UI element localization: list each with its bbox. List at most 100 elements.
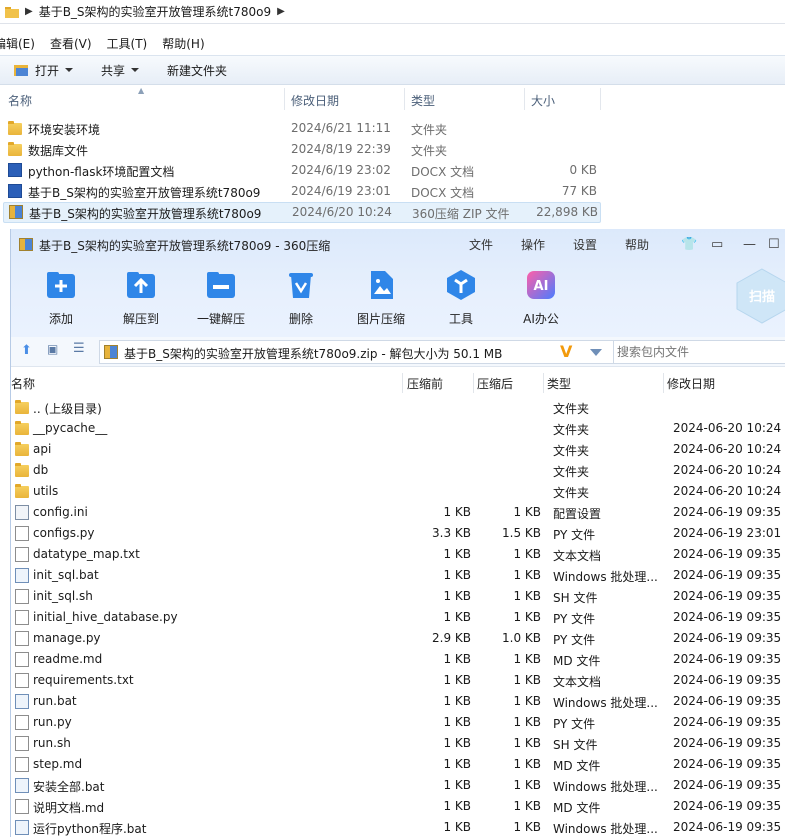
maximize-icon[interactable]: ☐ <box>768 237 780 252</box>
feedback-icon[interactable]: ▭ <box>711 237 723 252</box>
file-packed-size: 1 KB <box>443 715 471 729</box>
archive-row[interactable]: 说明文档.md 1 KB 1 KB MD 文件 2024-06-19 09:35 <box>11 796 785 817</box>
menu-view[interactable]: 查看(V) <box>50 35 92 52</box>
file-type: 文件夹 <box>411 123 448 137</box>
search-box[interactable] <box>613 340 785 364</box>
file-row-selected[interactable]: 基于B_S架构的实验室开放管理系统t780o9 2024/6/20 10:24 … <box>3 202 601 223</box>
share-button[interactable]: 共享 <box>101 62 140 79</box>
file-name: step.md <box>33 757 83 771</box>
menu-tools[interactable]: 工具(T) <box>107 35 148 52</box>
delete-button[interactable]: 删除 <box>271 269 331 327</box>
archive-row[interactable]: init_sql.sh 1 KB 1 KB SH 文件 2024-06-19 09:35 <box>11 586 785 607</box>
file-name: init_sql.bat <box>33 568 99 582</box>
file-name: utils <box>33 484 59 498</box>
skin-icon[interactable]: 👕 <box>681 237 697 252</box>
file-size: 22,898 KB <box>536 205 598 219</box>
column-divider[interactable] <box>402 373 403 393</box>
ai-office-button[interactable]: AI AI办公 <box>511 269 571 327</box>
column-packed[interactable]: 压缩前 <box>407 375 443 392</box>
archive-row[interactable]: run.bat 1 KB 1 KB Windows 批处理... 2024-06-19 … <box>11 691 785 712</box>
search-input[interactable] <box>617 342 785 362</box>
v-logo-icon[interactable]: V <box>560 342 572 361</box>
archive-row[interactable]: .. (上级目录) 文件夹 <box>11 397 785 418</box>
column-divider[interactable] <box>524 88 525 110</box>
column-divider[interactable] <box>600 88 601 110</box>
file-row[interactable]: 基于B_S架构的实验室开放管理系统t780o9 2024/6/19 23:01 … <box>0 181 785 202</box>
address-bar[interactable]: ▶ 基于B_S架构的实验室开放管理系统t780o9 ▶ <box>0 0 785 24</box>
column-name[interactable]: 名称 <box>11 375 35 392</box>
file-row[interactable]: 环境安装环境 2024/6/21 11:11 文件夹 <box>0 118 785 139</box>
column-modified[interactable]: 修改日期 <box>291 92 339 109</box>
file-modified: 2024-06-19 09:35 <box>673 715 782 729</box>
dropdown-arrow-icon[interactable] <box>590 349 602 356</box>
breadcrumb[interactable]: 基于B_S架构的实验室开放管理系统t780o9 <box>39 3 271 20</box>
menu-operation[interactable]: 操作 <box>521 236 545 253</box>
file-type: Windows 批处理... <box>553 822 658 836</box>
archive-row[interactable]: run.py 1 KB 1 KB PY 文件 2024-06-19 09:35 <box>11 712 785 733</box>
column-divider[interactable] <box>473 373 474 393</box>
file-type: 文件夹 <box>553 444 590 458</box>
file-type: 文本文档 <box>553 675 602 689</box>
column-size[interactable]: 大小 <box>531 92 555 109</box>
add-icon <box>47 272 75 298</box>
menu-help[interactable]: 帮助 <box>625 236 649 253</box>
new-folder-button[interactable]: 新建文件夹 <box>167 62 227 79</box>
image-compress-button[interactable]: 图片压缩 <box>351 269 411 327</box>
archive-row[interactable]: requirements.txt 1 KB 1 KB 文本文档 2024-06-19 0… <box>11 670 785 691</box>
list-view-icon[interactable]: ☰ <box>73 341 85 356</box>
archive-row[interactable]: init_sql.bat 1 KB 1 KB Windows 批处理... 2024-0… <box>11 565 785 586</box>
menu-settings[interactable]: 设置 <box>573 236 597 253</box>
archive-row[interactable]: utils 文件夹 2024-06-20 10:24 <box>11 481 785 502</box>
file-row[interactable]: python-flask环境配置文档 2024/6/19 23:02 DOCX … <box>0 160 785 181</box>
column-type[interactable]: 类型 <box>547 375 571 392</box>
archive-row[interactable]: configs.py 3.3 KB 1.5 KB PY 文件 2024-06-19 23… <box>11 523 785 544</box>
archive-row[interactable]: datatype_map.txt 1 KB 1 KB 文本文档 2024-06-19 0… <box>11 544 785 565</box>
path-field[interactable]: 基于B_S架构的实验室开放管理系统t780o9.zip - 解包大小为 50.1… <box>99 340 619 364</box>
column-name[interactable]: 名称 <box>8 92 32 109</box>
extract-to-button[interactable]: 解压到 <box>111 269 171 327</box>
extract-to-icon <box>127 272 155 298</box>
column-divider[interactable] <box>284 88 285 110</box>
column-divider[interactable] <box>404 88 405 110</box>
file-name: api <box>33 442 52 456</box>
window-title: 基于B_S架构的实验室开放管理系统t780o9 - 360压缩 <box>39 239 331 253</box>
file-modified: 2024-06-19 09:35 <box>673 736 782 750</box>
archive-row[interactable]: initial_hive_database.py 1 KB 1 KB PY 文件 202… <box>11 607 785 628</box>
column-divider[interactable] <box>663 373 664 393</box>
menu-help[interactable]: 帮助(H) <box>162 35 204 52</box>
file-modified: 2024-06-19 09:35 <box>673 610 782 624</box>
archive-row[interactable]: api 文件夹 2024-06-20 10:24 <box>11 439 785 460</box>
tools-button[interactable]: 工具 <box>431 269 491 327</box>
column-divider[interactable] <box>543 373 544 393</box>
archive-row[interactable]: __pycache__ 文件夹 2024-06-20 10:24 <box>11 418 785 439</box>
file-modified: 2024-06-19 09:35 <box>673 547 782 561</box>
file-type: 文本文档 <box>553 549 602 563</box>
thumbnail-view-icon[interactable]: ▣ <box>47 342 58 356</box>
word-doc-icon <box>8 184 22 198</box>
file-icon <box>15 589 29 604</box>
chevron-right-icon[interactable]: ▶ <box>25 6 33 17</box>
archive-row[interactable]: run.sh 1 KB 1 KB SH 文件 2024-06-19 09:35 <box>11 733 785 754</box>
archive-row[interactable]: 安装全部.bat 1 KB 1 KB Windows 批处理... 2024-06-19… <box>11 775 785 796</box>
add-button[interactable]: 添加 <box>31 269 91 327</box>
menu-file[interactable]: 文件 <box>469 236 493 253</box>
column-modified[interactable]: 修改日期 <box>667 375 715 392</box>
scan-button[interactable]: 扫描 <box>733 267 785 325</box>
file-type: PY 文件 <box>553 717 596 731</box>
archive-row[interactable]: config.ini 1 KB 1 KB 配置设置 2024-06-19 09:35 <box>11 502 785 523</box>
archive-row[interactable]: db 文件夹 2024-06-20 10:24 <box>11 460 785 481</box>
archive-row[interactable]: manage.py 2.9 KB 1.0 KB PY 文件 2024-06-19 09:… <box>11 628 785 649</box>
archive-row[interactable]: step.md 1 KB 1 KB MD 文件 2024-06-19 09:35 <box>11 754 785 775</box>
chevron-right-icon[interactable]: ▶ <box>277 6 285 17</box>
toolbar: 打开 共享 新建文件夹 <box>0 55 785 85</box>
menu-edit[interactable]: 编辑(E) <box>0 35 35 52</box>
up-arrow-icon[interactable]: ⬆ <box>21 343 32 358</box>
minimize-icon[interactable]: — <box>743 237 756 252</box>
file-row[interactable]: 数据库文件 2024/8/19 22:39 文件夹 <box>0 139 785 160</box>
archive-row[interactable]: 运行python程序.bat 1 KB 1 KB Windows 批处理... 2024… <box>11 817 785 838</box>
archive-row[interactable]: readme.md 1 KB 1 KB MD 文件 2024-06-19 09:35 <box>11 649 785 670</box>
open-button[interactable]: 打开 <box>14 62 74 79</box>
one-click-extract-button[interactable]: 一键解压 <box>191 269 251 327</box>
column-type[interactable]: 类型 <box>411 92 435 109</box>
column-compressed[interactable]: 压缩后 <box>477 375 513 392</box>
